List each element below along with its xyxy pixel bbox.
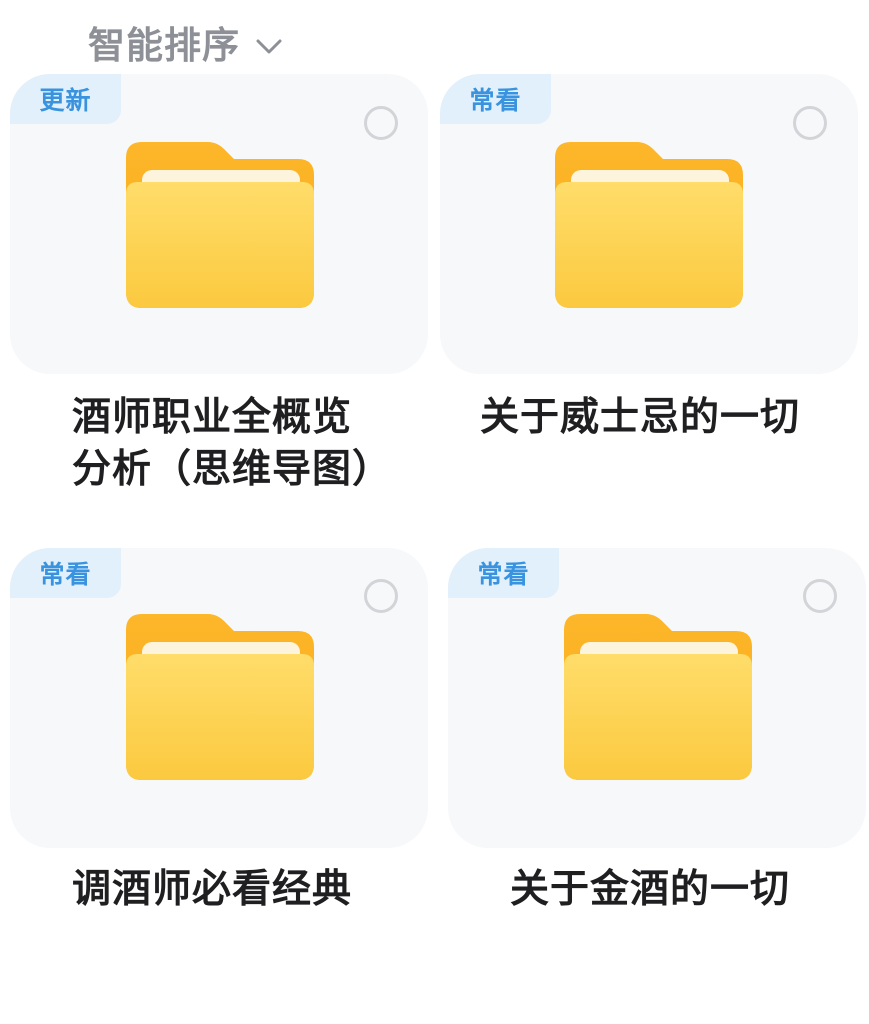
sort-label: 智能排序	[88, 24, 240, 67]
folder-card[interactable]: 常看	[10, 548, 428, 848]
folder-title-line: 调酒师必看经典	[72, 867, 353, 912]
folder-icon	[555, 142, 743, 308]
badge-frequent: 常看	[440, 74, 551, 124]
folder-title-line: 关于威士忌的一切	[480, 395, 801, 440]
folder-title-line: 分析（思维导图）	[72, 447, 393, 492]
badge-frequent: 常看	[448, 548, 559, 598]
folder-title: 关于金酒的一切	[510, 864, 850, 916]
select-checkbox[interactable]	[803, 579, 837, 613]
select-checkbox[interactable]	[793, 106, 827, 140]
chevron-down-icon	[256, 39, 282, 54]
folder-card[interactable]: 更新	[10, 74, 428, 374]
select-checkbox[interactable]	[364, 106, 398, 140]
folder-title-line: 酒师职业全概览	[72, 395, 353, 440]
folder-title: 关于威士忌的一切	[480, 392, 840, 444]
folder-title-line: 关于金酒的一切	[510, 867, 791, 912]
folder-icon	[126, 614, 314, 780]
folder-icon	[126, 142, 314, 308]
folder-title: 酒师职业全概览 分析（思维导图）	[72, 392, 412, 496]
folder-card[interactable]: 常看	[448, 548, 866, 848]
folder-title: 调酒师必看经典	[72, 864, 412, 916]
folder-icon	[564, 614, 752, 780]
sort-dropdown[interactable]: 智能排序	[88, 22, 284, 70]
folder-card[interactable]: 常看	[440, 74, 858, 374]
select-checkbox[interactable]	[364, 579, 398, 613]
badge-update: 更新	[10, 74, 121, 124]
badge-frequent: 常看	[10, 548, 121, 598]
